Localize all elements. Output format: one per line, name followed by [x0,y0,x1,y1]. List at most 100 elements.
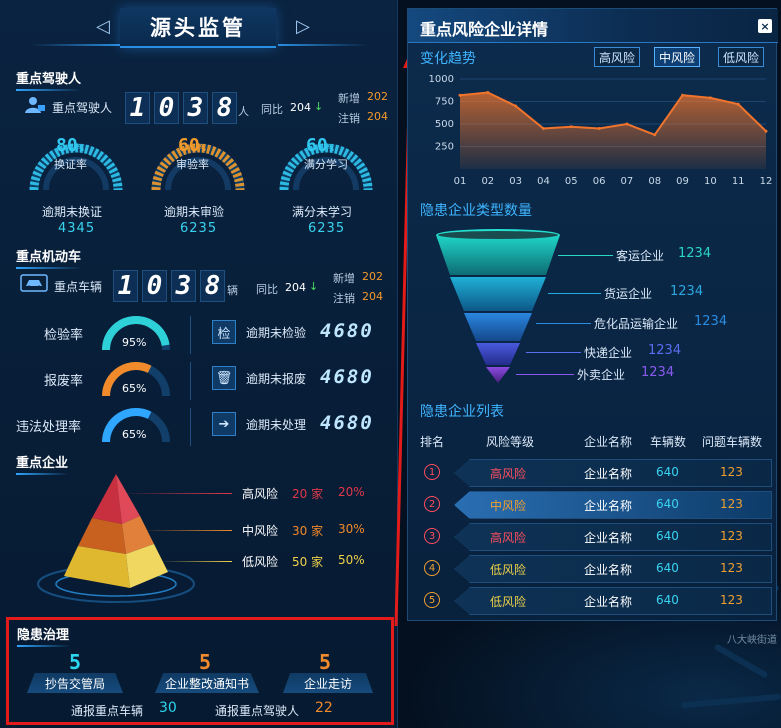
gauge-name: 满分学习 [304,158,348,171]
gauge-count: 6235 [180,221,218,236]
driver-icon [24,96,46,114]
rate-item: 逾期未检验 [246,326,307,340]
car-icon [20,274,48,292]
leader-line [558,255,613,256]
rank-badge: 5 [424,592,440,608]
digit: 8 [212,92,237,124]
x-tick-label: 04 [537,176,550,187]
types-section-title: 隐患企业类型数量 [420,203,532,219]
driver-new-value: 202 [367,90,388,103]
digit: 0 [142,270,167,302]
section-title-hazard: 隐患治理 [17,624,70,647]
type-value: 1234 [694,314,728,329]
next-arrow-icon[interactable]: ▷ [296,16,310,37]
vehicle-cancel-label: 注销 [333,292,355,305]
data-point [514,104,518,108]
risk-filter-button[interactable]: 中风险 [654,47,700,67]
x-tick-label: 02 [481,176,494,187]
rate-value: 65% [122,428,147,441]
data-point [486,91,490,94]
data-point [541,127,545,130]
data-point [653,133,657,137]
risk-level-name: 高风险 [242,487,279,501]
trend-section-title: 变化趋势 [420,51,476,67]
hazard-button-rectification-notice[interactable]: 企业整改通知书 [155,673,259,693]
reported-vehicles-value: 30 [159,700,177,716]
map-road [713,643,769,679]
table-row[interactable]: 4 低风险 企业名称 640 123 [418,555,773,583]
risk-filter-button[interactable]: 低风险 [718,47,764,67]
gauge-name: 审验率 [176,158,209,171]
hazard-button-traffic-bureau[interactable]: 抄告交管局 [27,673,123,693]
risk-filter-button[interactable]: 高风险 [594,47,640,67]
gauge-caption: 逾期未换证 [42,205,103,219]
type-name: 货运企业 [604,287,653,301]
trend-chart: 1000 750 500 250 01 02 03 04 05 06 07 08 09 10 11 12 [429,74,773,187]
close-icon[interactable]: × [758,19,772,33]
risk-level-count: 50 家 [292,555,324,569]
problem-vehicles-cell: 123 [720,561,743,575]
rate-count: 4680 [320,366,374,388]
hazard-count: 5 [199,650,212,674]
driver-new-label: 新增 [338,92,360,105]
vehicles-cell: 640 [656,465,679,479]
rate-name: 检验率 [44,328,84,343]
table-row[interactable]: 3 高风险 企业名称 640 123 [418,523,773,551]
vehicles-cell: 640 [656,593,679,607]
hazard-governance-highlight: 隐患治理 5 抄告交管局 5 企业整改通知书 5 企业走访 通报重点车辆 30 … [6,617,394,725]
data-point [569,125,573,129]
type-name: 危化品运输企业 [594,317,679,331]
reported-vehicles-label: 通报重点车辆 [71,704,144,718]
hazard-button-enterprise-visit[interactable]: 企业走访 [283,673,373,693]
types-funnel [436,229,560,383]
source-supervision-panel: ◁ 源头监管 ▷ 重点驾驶人 重点驾驶人 1 0 3 8 人 同比 204 ↓ … [0,0,398,728]
driver-yoy-label: 同比 [261,103,283,116]
gauge-caption: 满分未学习 [292,205,353,219]
driver-count-digits: 1 0 3 8 [125,92,237,124]
risk-level-pct: 50% [338,553,365,567]
hazard-count: 5 [319,650,332,674]
leader-line [526,352,581,353]
enterprise-name-cell: 企业名称 [584,595,633,609]
data-point [625,122,629,126]
type-value: 1234 [670,284,704,299]
panel-header: ◁ 源头监管 ▷ [0,0,398,54]
problem-vehicles-cell: 123 [720,465,743,479]
table-row[interactable]: 1 高风险 企业名称 640 123 [418,459,773,487]
gauge-caption: 逾期未审验 [164,205,225,219]
table-row[interactable]: 5 低风险 企业名称 640 123 [418,587,773,615]
risk-enterprise-detail-panel: 重点风险企业详情 × 变化趋势 高风险 中风险 低风险 1000 750 500 250 0… [407,8,778,621]
y-tick-label: 500 [435,119,454,130]
vehicles-cell: 640 [656,529,679,543]
section-title-vehicles: 重点机动车 [16,246,82,269]
rate-value: 95% [122,336,147,349]
risk-level-count: 20 家 [292,487,324,501]
driver-cancel-value: 204 [367,110,388,123]
col-header-problem-vehicles: 问题车辆数 [702,435,763,449]
leader-line [516,374,574,375]
prev-arrow-icon[interactable]: ◁ [96,16,110,37]
rate-count: 4680 [320,320,374,342]
x-tick-label: 06 [593,176,606,187]
risk-level-pct: 30% [338,522,365,536]
vehicles-cell: 640 [656,561,679,575]
driver-unit: 人 [238,105,249,118]
problem-vehicles-cell: 123 [720,529,743,543]
y-tick-label: 1000 [429,74,454,85]
data-point [458,93,462,97]
vehicle-label: 重点车辆 [54,280,103,294]
gauge-value: 80% [56,135,84,156]
gauge-count: 6235 [308,221,346,236]
hazard-count: 5 [69,650,82,674]
type-value: 1234 [648,343,682,358]
vehicle-new-label: 新增 [333,272,355,285]
risk-level-name: 中风险 [242,524,279,538]
table-row[interactable]: 2 中风险 企业名称 640 123 [418,491,773,519]
type-value: 1234 [678,246,712,261]
x-tick-label: 07 [621,176,634,187]
enterprise-name-cell: 企业名称 [584,531,633,545]
x-tick-label: 05 [565,176,578,187]
risk-level-name: 低风险 [242,555,279,569]
col-header-rank: 排名 [420,435,445,449]
detail-header: 重点风险企业详情 × [408,9,778,43]
